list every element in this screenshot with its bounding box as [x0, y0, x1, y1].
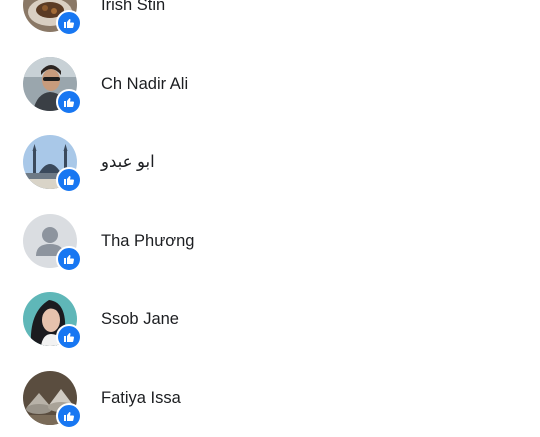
- avatar[interactable]: [23, 292, 77, 346]
- like-badge: [56, 10, 82, 36]
- like-badge: [56, 246, 82, 272]
- like-badge: [56, 167, 82, 193]
- like-badge: [56, 324, 82, 350]
- avatar[interactable]: [23, 135, 77, 189]
- avatar[interactable]: [23, 371, 77, 425]
- list-item[interactable]: ابو عبدو: [0, 123, 540, 202]
- list-item[interactable]: Irish Stin: [0, 0, 540, 45]
- person-name[interactable]: Ch Nadir Ali: [101, 74, 188, 94]
- like-icon: [63, 96, 75, 108]
- person-name[interactable]: Tha Phương: [101, 231, 194, 251]
- avatar[interactable]: [23, 214, 77, 268]
- person-name[interactable]: Fatiya Issa: [101, 388, 181, 408]
- person-name[interactable]: ابو عبدو: [101, 152, 155, 172]
- like-icon: [63, 17, 75, 29]
- like-icon: [63, 253, 75, 265]
- avatar[interactable]: [23, 57, 77, 111]
- like-icon: [63, 331, 75, 343]
- person-name[interactable]: Irish Stin: [101, 0, 165, 15]
- list-item[interactable]: Tha Phương: [0, 202, 540, 281]
- like-icon: [63, 174, 75, 186]
- avatar[interactable]: [23, 0, 77, 32]
- list-item[interactable]: Ch Nadir Ali: [0, 45, 540, 124]
- reactions-list: Irish Stin Ch Nadir Ali: [0, 0, 540, 437]
- like-icon: [63, 410, 75, 422]
- person-name[interactable]: Ssob Jane: [101, 309, 179, 329]
- like-badge: [56, 89, 82, 115]
- like-badge: [56, 403, 82, 429]
- list-item[interactable]: Ssob Jane: [0, 280, 540, 359]
- list-item[interactable]: Fatiya Issa: [0, 359, 540, 437]
